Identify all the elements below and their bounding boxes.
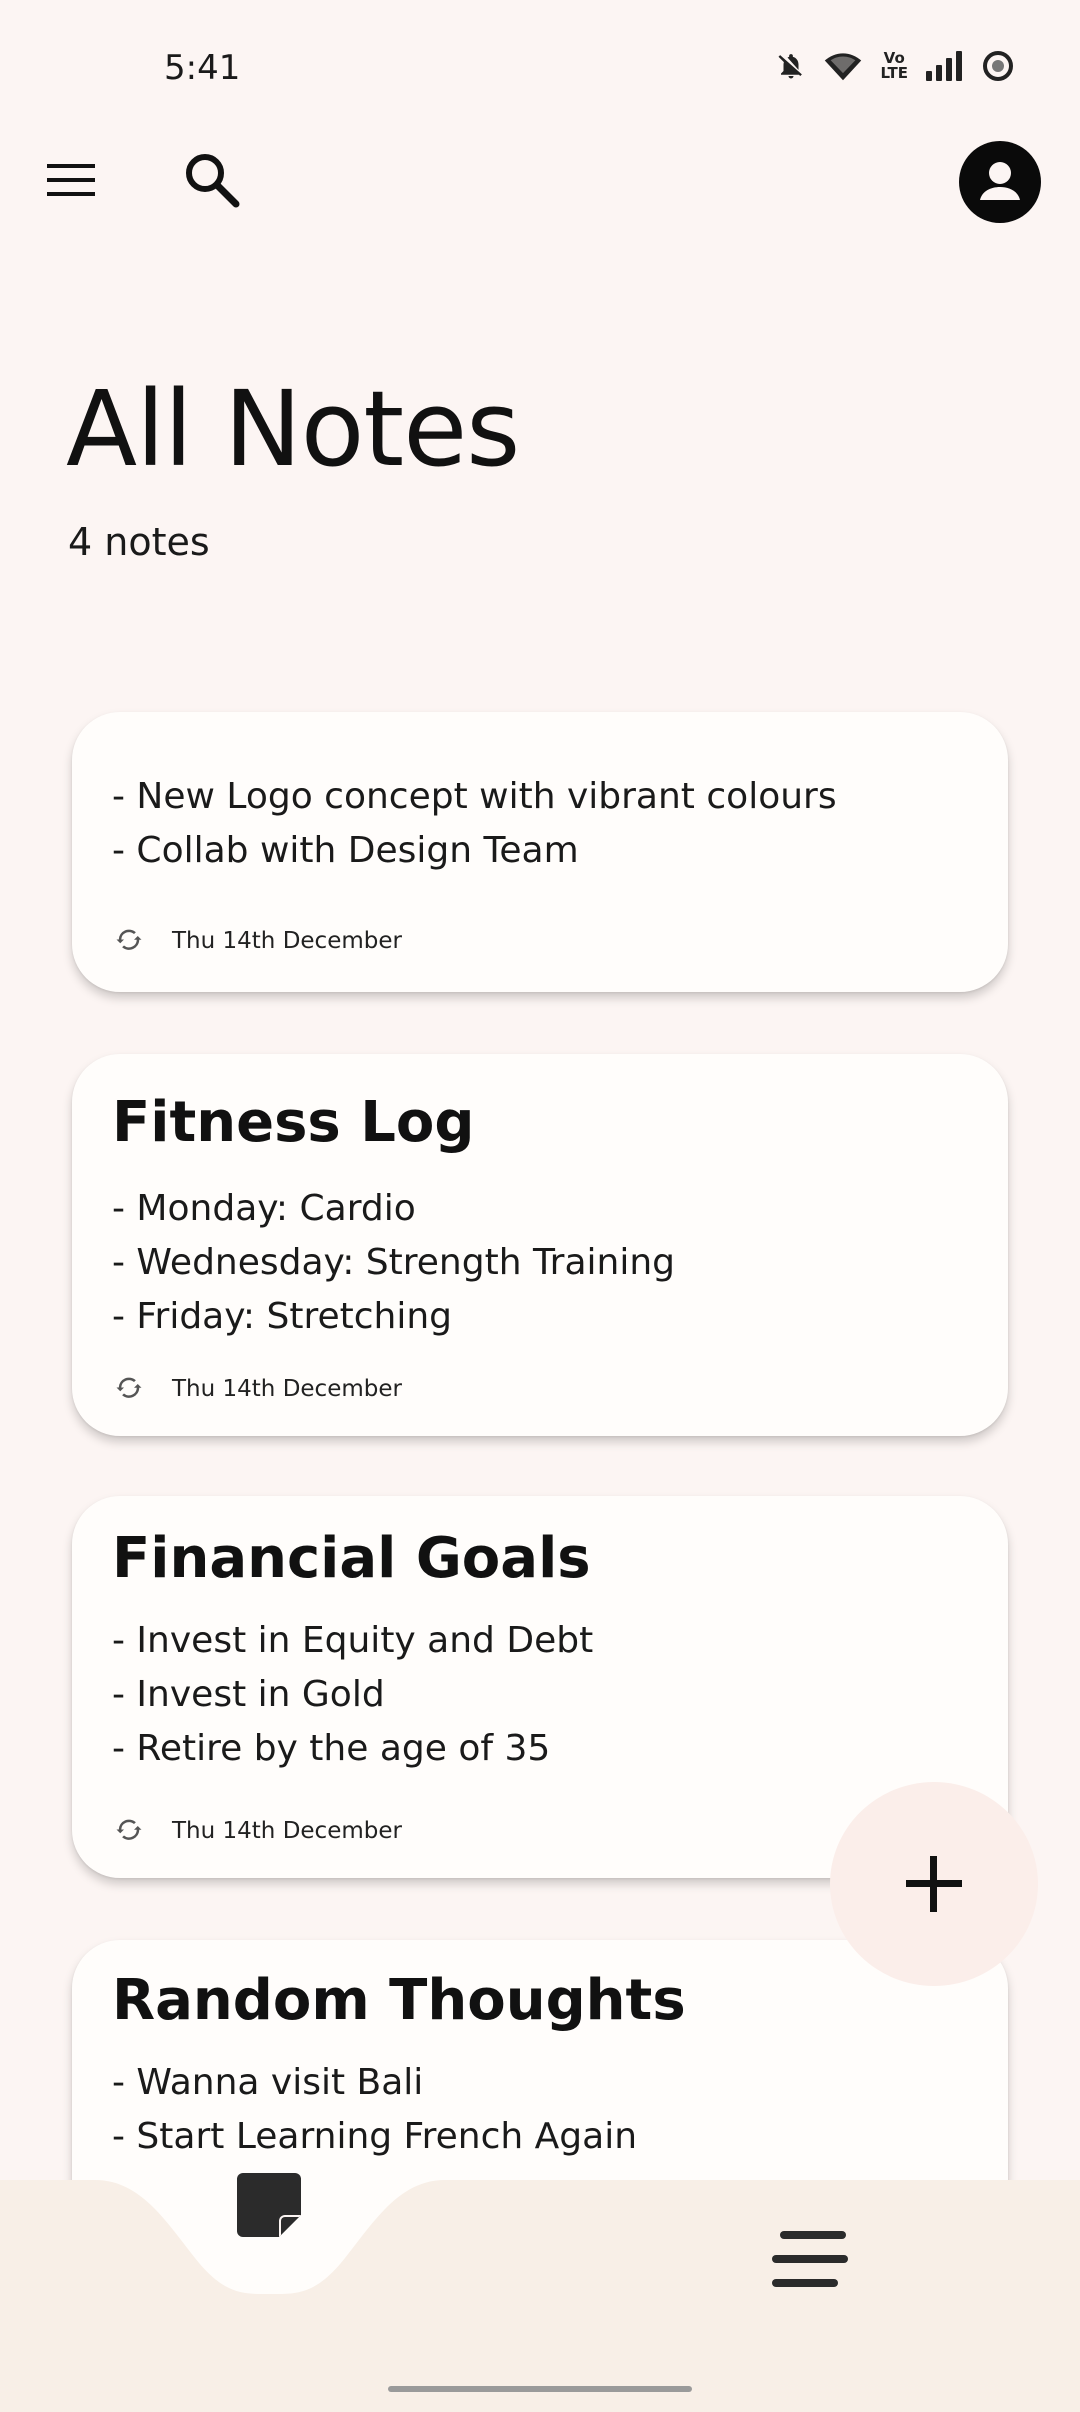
note-line: - Wednesday: Strength Training — [112, 1242, 676, 1283]
volte-bottom-label: LTE — [880, 64, 908, 82]
note-body: - Monday: Cardio - Wednesday: Strength T… — [112, 1182, 675, 1344]
status-time: 5:41 — [164, 48, 241, 88]
note-date: Thu 14th December — [172, 1818, 402, 1844]
note-title: Fitness Log — [112, 1090, 475, 1155]
sync-icon — [116, 1377, 142, 1398]
bottom-navigation — [0, 2180, 1080, 2412]
note-meta: Thu 14th December — [114, 1816, 402, 1846]
account-button[interactable] — [958, 140, 1042, 224]
note-line: - Invest in Equity and Debt — [112, 1620, 594, 1661]
home-indicator[interactable] — [388, 2386, 692, 2392]
bell-off-icon — [778, 54, 803, 79]
note-card[interactable]: Fitness Log - Monday: Cardio - Wednesday… — [72, 1054, 1008, 1436]
account-icon — [959, 141, 1041, 223]
note-date: Thu 14th December — [172, 928, 402, 954]
signal-icon — [926, 51, 962, 81]
bottom-nav-background — [0, 2180, 1080, 2412]
note-line: - New Logo concept with vibrant colours — [112, 776, 837, 817]
sync-icon — [116, 929, 142, 950]
note-line: - Monday: Cardio — [112, 1188, 416, 1229]
note-meta: Thu 14th December — [114, 926, 402, 956]
hamburger-menu-icon — [47, 164, 95, 196]
search-icon — [186, 154, 240, 208]
note-title: Financial Goals — [112, 1526, 591, 1591]
plus-icon — [906, 1856, 962, 1912]
note-date: Thu 14th December — [172, 1376, 402, 1402]
note-card[interactable]: - New Logo concept with vibrant colours … — [72, 712, 1008, 992]
add-note-button[interactable] — [830, 1782, 1038, 1986]
notes-count: 4 notes — [68, 520, 210, 564]
search-button[interactable] — [176, 140, 248, 220]
nav-menu-tab[interactable] — [760, 2214, 860, 2304]
note-body: - New Logo concept with vibrant colours … — [112, 770, 837, 878]
note-line: - Friday: Stretching — [112, 1296, 453, 1337]
note-body: - Wanna visit Bali - Start Learning Fren… — [112, 2056, 637, 2164]
menu-button[interactable] — [36, 140, 108, 220]
note-title: Random Thoughts — [112, 1968, 686, 2033]
screen: 5:41 Vo LTE All Notes 4 notes - New Logo… — [0, 0, 1080, 2412]
sticky-note-icon — [237, 2173, 301, 2237]
sync-icon — [116, 1819, 142, 1840]
note-line: - Start Learning French Again — [112, 2116, 638, 2157]
battery-saver-icon — [983, 51, 1013, 81]
status-icons: Vo LTE — [776, 50, 1014, 82]
menu-lines-icon — [772, 2231, 848, 2287]
note-meta: Thu 14th December — [114, 1374, 402, 1404]
nav-notes-tab[interactable] — [200, 2136, 340, 2276]
note-line: - Retire by the age of 35 — [112, 1728, 551, 1769]
note-line: - Invest in Gold — [112, 1674, 385, 1715]
note-body: - Invest in Equity and Debt - Invest in … — [112, 1614, 593, 1776]
wifi-icon — [825, 53, 862, 81]
top-app-bar — [0, 140, 1080, 280]
page-title: All Notes — [66, 368, 520, 490]
note-line: - Wanna visit Bali — [112, 2062, 424, 2103]
volte-icon: Vo LTE — [880, 51, 908, 81]
status-bar: 5:41 Vo LTE — [0, 0, 1080, 140]
note-line: - Collab with Design Team — [112, 830, 579, 871]
